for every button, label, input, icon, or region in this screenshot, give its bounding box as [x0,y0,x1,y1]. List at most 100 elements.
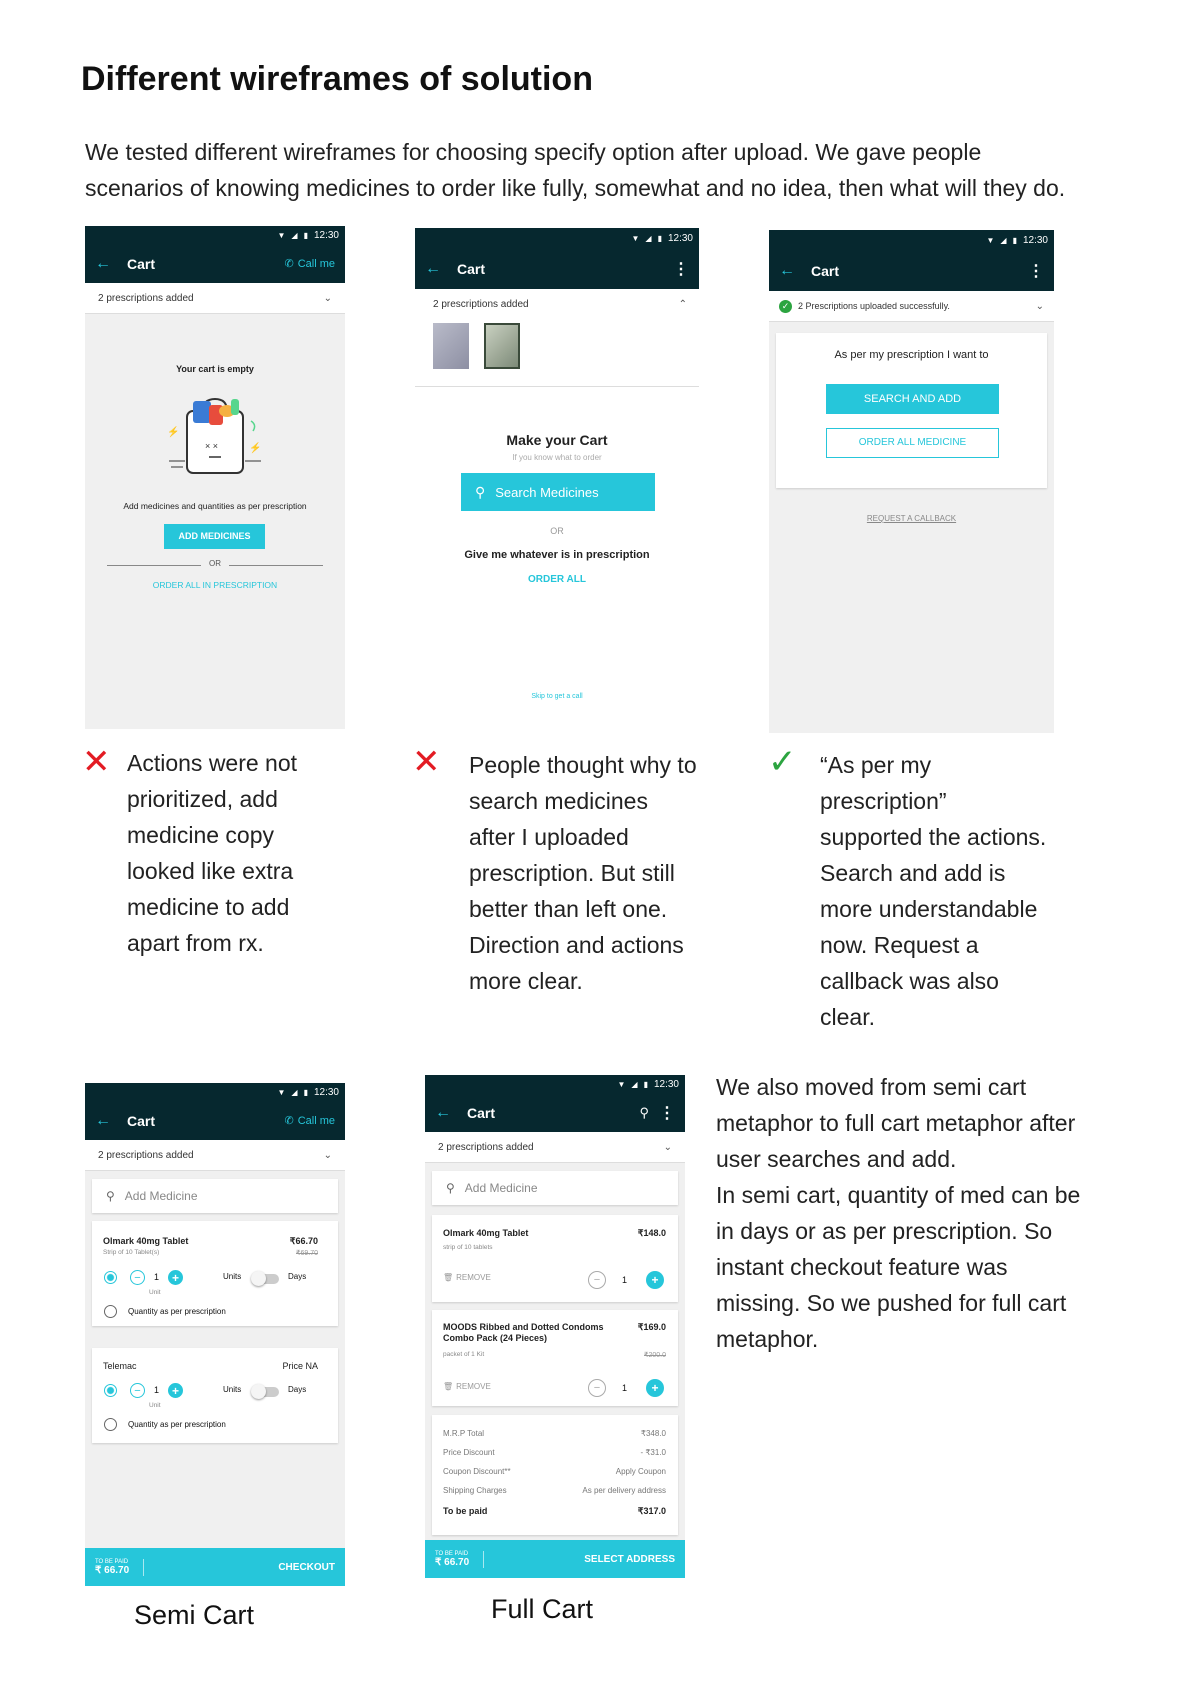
back-arrow-icon[interactable]: ← [425,260,441,278]
status-time: 12:30 [313,1086,339,1098]
prescriptions-label: 2 prescriptions added [98,1149,194,1161]
app-bar: ← Cart ⋮ [769,250,1054,291]
summary-label: Shipping Charges [443,1486,507,1495]
days-units-radio[interactable] [104,1384,117,1397]
days-units-radio[interactable] [104,1271,117,1284]
side-line: metaphor. [716,1326,819,1352]
back-arrow-icon[interactable]: ← [779,262,795,280]
minus-icon[interactable]: − [130,1270,145,1285]
select-address-button[interactable]: SELECT ADDRESS [584,1554,675,1565]
chevron-down-icon[interactable]: ⌄ [324,293,332,304]
plus-icon[interactable]: + [168,1383,183,1398]
plus-icon[interactable]: + [646,1271,664,1289]
search-medicines-button[interactable]: ⚲ Search Medicines [461,473,655,511]
prescriptions-bar[interactable]: 2 prescriptions added ⌄ [85,283,345,314]
verdict-line: People thought why to [469,752,697,778]
or-label: OR [209,559,221,568]
divider-line [107,565,201,566]
verdict-line: more understandable [820,896,1038,922]
units-days-toggle[interactable] [251,1384,279,1399]
prescriptions-bar[interactable]: 2 prescriptions added ⌄ [85,1140,345,1171]
signal-icon: ◢ [631,1079,638,1089]
call-me-button[interactable]: ✆ Call me [284,1114,335,1128]
trash-icon: 🗑 [443,1382,454,1391]
units-days-toggle[interactable] [251,1271,279,1286]
semi-cart-wireframe: ▼ ◢ ▮ 12:30 ← Cart ✆ Call me 2 prescript… [85,1083,345,1586]
intro-paragraph: We tested different wireframes for choos… [85,134,1145,206]
item-pack: strip of 10 tablets [443,1244,493,1251]
svg-text:× ×: × × [205,441,218,451]
units-label: Units [223,1385,242,1394]
search-icon[interactable]: ⚲ [639,1105,649,1121]
options-card: As per my prescription I want to SEARCH … [776,333,1047,488]
checkout-bar: TO BE PAID ₹ 66.70 CHECKOUT [85,1548,345,1586]
add-medicines-button[interactable]: ADD MEDICINES [164,524,265,549]
battery-icon: ▮ [303,230,308,240]
wireframe-2: ▼ ◢ ▮ 12:30 ← Cart ⋮ 2 prescriptions add… [415,228,699,731]
search-icon: ⚲ [446,1181,455,1195]
add-medicine-search[interactable]: ⚲ Add Medicine [432,1171,678,1205]
call-me-button[interactable]: ✆ Call me [284,257,335,271]
back-arrow-icon[interactable]: ← [95,255,111,273]
page-heading: Different wireframes of solution [81,60,593,98]
more-icon[interactable]: ⋮ [659,1103,675,1123]
search-medicines-label: Search Medicines [495,484,599,500]
request-callback-link[interactable]: REQUEST A CALLBACK [769,514,1054,523]
to-be-paid: TO BE PAID ₹ 66.70 [95,1558,145,1576]
checkout-button[interactable]: CHECKOUT [278,1562,335,1573]
or-divider: OR [107,559,323,571]
summary-row: Coupon Discount** Apply Coupon [443,1467,666,1476]
add-hint-text: Add medicines and quantities as per pres… [123,501,307,511]
remove-label: REMOVE [456,1382,491,1391]
prescriptions-bar[interactable]: ✓ 2 Prescriptions uploaded successfully.… [769,291,1054,322]
order-all-link[interactable]: ORDER ALL [415,574,699,585]
minus-icon[interactable]: − [130,1383,145,1398]
chevron-down-icon[interactable]: ⌄ [324,1150,332,1161]
wifi-icon: ▼ [277,230,286,240]
prescriptions-label: 2 Prescriptions uploaded successfully. [798,301,950,311]
unit-label: Unit [149,1289,161,1296]
to-be-paid-label: TO BE PAID [435,1550,469,1557]
skip-to-call-link[interactable]: Skip to get a call [415,693,699,700]
item-mrp: ₹69.70 [296,1250,318,1257]
as-per-prescription-label: Quantity as per prescription [128,1307,226,1316]
minus-icon[interactable]: − [588,1379,606,1397]
wifi-icon: ▼ [617,1079,626,1089]
order-all-in-prescription-link[interactable]: ORDER ALL IN PRESCRIPTION [85,580,345,590]
search-and-add-button[interactable]: SEARCH AND ADD [826,384,999,414]
more-icon[interactable]: ⋮ [673,259,689,279]
plus-icon[interactable]: + [646,1379,664,1397]
cart-item: Olmark 40mg Tablet Strip of 10 Tablet(s)… [92,1221,338,1326]
prescriptions-bar[interactable]: 2 prescriptions added ⌄ [425,1132,685,1163]
total-label: To be paid [443,1506,488,1516]
verdict-line: “As per my [820,752,932,778]
battery-icon: ▮ [303,1087,308,1097]
prescription-thumbnail-2[interactable] [484,323,520,369]
apply-coupon-link[interactable]: Apply Coupon [616,1467,666,1476]
chevron-down-icon[interactable]: ⌄ [664,1142,672,1153]
as-per-prescription-radio[interactable] [104,1305,117,1318]
order-all-medicine-button[interactable]: ORDER ALL MEDICINE [826,428,999,458]
add-medicine-search[interactable]: ⚲ Add Medicine [92,1179,338,1213]
wifi-icon: ▼ [277,1087,286,1097]
item-pack: Strip of 10 Tablet(s) [103,1249,160,1256]
side-line: in days or as per prescription. So [716,1218,1053,1244]
plus-icon[interactable]: + [168,1270,183,1285]
summary-label: M.R.P Total [443,1429,485,1438]
as-per-prescription-radio[interactable] [104,1418,117,1431]
app-bar: ← Cart ✆ Call me [85,244,345,283]
chevron-up-icon[interactable]: ⌃ [679,299,687,310]
verdict-line: more clear. [469,968,583,994]
back-arrow-icon[interactable]: ← [435,1104,451,1122]
remove-button[interactable]: 🗑 REMOVE [443,1273,491,1282]
prescription-thumbnail-1[interactable] [433,323,469,369]
summary-row: M.R.P Total ₹348.0 [443,1429,666,1438]
make-cart-subtitle: If you know what to order [512,453,602,462]
chevron-down-icon[interactable]: ⌄ [1036,301,1044,312]
back-arrow-icon[interactable]: ← [95,1112,111,1130]
total-row: To be paid ₹317.0 [443,1506,666,1517]
remove-button[interactable]: 🗑 REMOVE [443,1382,491,1391]
battery-icon: ▮ [657,233,662,243]
minus-icon[interactable]: − [588,1271,606,1289]
more-icon[interactable]: ⋮ [1028,261,1044,281]
